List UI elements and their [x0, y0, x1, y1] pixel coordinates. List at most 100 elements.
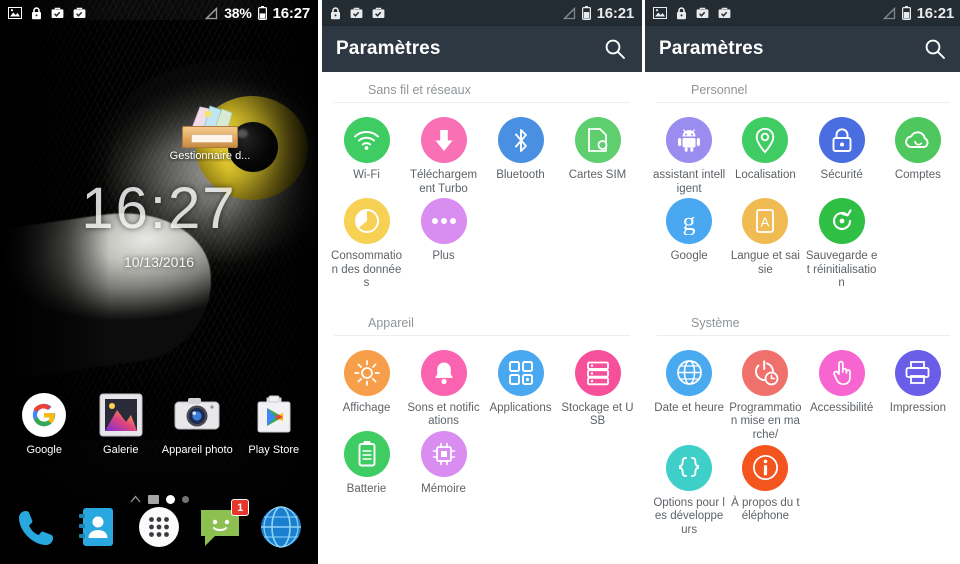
briefcase-check-icon [372, 7, 385, 19]
settings-item-google[interactable]: g Google [651, 198, 727, 291]
no-signal-icon [204, 6, 218, 20]
dock-contacts[interactable] [75, 504, 121, 550]
battery-icon [257, 6, 267, 20]
play-store-icon [251, 392, 297, 438]
settings-item-security[interactable]: Sécurité [804, 117, 880, 196]
settings-item-label: Sauvegarde et réinitialisation [805, 250, 878, 290]
dock-browser[interactable] [258, 504, 304, 550]
dock-app-drawer[interactable] [136, 504, 182, 550]
braces-code-icon [666, 444, 713, 491]
status-bar-clock: 16:27 [272, 4, 311, 22]
settings-item-memory[interactable]: Mémoire [405, 430, 482, 497]
settings-item-about-phone[interactable]: À propos du téléphone [727, 444, 803, 538]
storage-icon [574, 349, 621, 396]
settings-right-appbar: Paramètres [645, 26, 960, 72]
section-header: Sans fil et réseaux [334, 74, 630, 103]
settings-item-sound-notifications[interactable]: Sons et notifications [405, 349, 482, 429]
dock-messaging[interactable]: 1 [197, 499, 250, 550]
briefcase-check-icon [73, 7, 86, 19]
android-robot-icon [666, 117, 713, 163]
settings-item-label: Wi-Fi [353, 169, 380, 181]
section-header: Système [657, 307, 950, 336]
language-a-icon: A [742, 198, 789, 245]
file-manager-box-icon [182, 104, 238, 148]
settings-item-backup-reset[interactable]: Sauvegarde et réinitialisation [804, 198, 880, 291]
settings-item-label: Langue et saisie [730, 250, 800, 276]
brightness-sun-icon [343, 349, 390, 396]
settings-item-applications[interactable]: Applications [482, 349, 559, 429]
power-schedule-icon [742, 349, 789, 396]
settings-item-wifi[interactable]: Wi-Fi [328, 117, 405, 196]
settings-item-label: Comptes [894, 169, 941, 181]
location-pin-icon [742, 117, 789, 163]
settings-right-status-bar[interactable]: 16:21 [645, 0, 960, 26]
search-icon[interactable] [602, 36, 628, 62]
home-clock-widget[interactable]: 16:27 10/13/2016 [0, 176, 318, 271]
settings-item-location[interactable]: Localisation [727, 117, 803, 196]
settings-item-language-input[interactable]: A Langue et saisie [727, 198, 803, 291]
settings-item-label: Accessibilité [809, 401, 874, 414]
settings-item-label: assistant intelligent [653, 169, 726, 195]
home-widget-file-manager[interactable]: Gestionnaire d... [160, 104, 260, 162]
section-header: Personnel [657, 74, 950, 103]
settings-right-content: Personnel assistant intelligent Localisa… [645, 72, 960, 542]
home-screen-panel: 38% 16:27 Gestionnaire d... 16:27 10/13/… [0, 0, 318, 564]
settings-item-label: Cartes SIM [568, 169, 627, 181]
search-icon[interactable] [922, 36, 948, 62]
data-usage-pie-icon [343, 198, 390, 245]
wallpaper-eagle [0, 0, 318, 564]
screenshot-root: 38% 16:27 Gestionnaire d... 16:27 10/13/… [0, 0, 960, 564]
clock-date: 10/13/2016 [123, 254, 195, 270]
settings-item-power-schedule[interactable]: Programmation mise en marche/ [727, 349, 803, 443]
lock-icon [330, 6, 341, 20]
briefcase-check-icon [51, 7, 64, 19]
download-arrow-icon [420, 117, 467, 163]
settings-item-turbo-download[interactable]: Téléchargement Turbo [405, 117, 482, 196]
settings-item-label: Google [670, 250, 708, 263]
clock-time: 16:27 [81, 176, 237, 241]
settings-item-label: Programmation mise en marche/ [729, 401, 802, 441]
app-label: Google [26, 444, 62, 456]
settings-item-smart-assistant[interactable]: assistant intelligent [651, 117, 727, 196]
app-label: Appareil photo [161, 444, 233, 456]
more-dots-icon [420, 198, 467, 245]
settings-item-battery[interactable]: Batterie [328, 430, 405, 497]
lock-icon [31, 6, 42, 20]
hand-pointer-icon [818, 349, 865, 396]
dock-phone[interactable] [14, 504, 60, 550]
settings-item-bluetooth[interactable]: Bluetooth [482, 117, 559, 196]
status-bar-clock: 16:21 [916, 4, 955, 22]
briefcase-check-icon [718, 7, 731, 19]
settings-item-printing[interactable]: Impression [880, 349, 956, 443]
home-status-bar[interactable]: 38% 16:27 [0, 0, 318, 26]
settings-item-accessibility[interactable]: Accessibilité [804, 349, 880, 443]
settings-item-display[interactable]: Affichage [328, 349, 405, 429]
bluetooth-icon [497, 117, 544, 163]
settings-item-label: Consommation des données [331, 250, 402, 290]
battery-icon [581, 6, 591, 20]
svg-text:g: g [683, 207, 696, 235]
settings-item-label: Affichage [342, 401, 391, 414]
settings-item-label: Bluetooth [496, 169, 545, 181]
settings-item-accounts[interactable]: Comptes [880, 117, 956, 196]
settings-panel-left: 16:21 Paramètres Sans fil et réseaux Wi-… [322, 0, 642, 564]
settings-grid-wireless: Wi-Fi Téléchargement Turbo Bluetooth Car… [322, 103, 642, 295]
settings-item-label: Sécurité [820, 169, 863, 181]
settings-item-date-time[interactable]: Date et heure [651, 349, 727, 443]
bell-icon [420, 349, 467, 396]
settings-left-status-bar[interactable]: 16:21 [322, 0, 642, 26]
backup-reset-icon [818, 198, 865, 245]
settings-item-storage-usb[interactable]: Stockage et USB [559, 349, 636, 429]
apps-grid-icon [497, 349, 544, 396]
app-camera[interactable]: Appareil photo [160, 392, 234, 456]
app-galerie[interactable]: Galerie [84, 392, 158, 456]
settings-item-data-usage[interactable]: Consommation des données [328, 198, 405, 291]
wifi-icon [343, 117, 390, 163]
app-play-store[interactable]: Play Store [237, 392, 311, 456]
app-google[interactable]: Google [7, 392, 81, 456]
camera-icon [174, 392, 220, 438]
globe-icon [666, 349, 713, 396]
settings-item-developer-options[interactable]: Options pour les développeurs [651, 444, 727, 538]
settings-item-sim-cards[interactable]: Cartes SIM [559, 117, 636, 196]
settings-item-more[interactable]: Plus [405, 198, 482, 291]
